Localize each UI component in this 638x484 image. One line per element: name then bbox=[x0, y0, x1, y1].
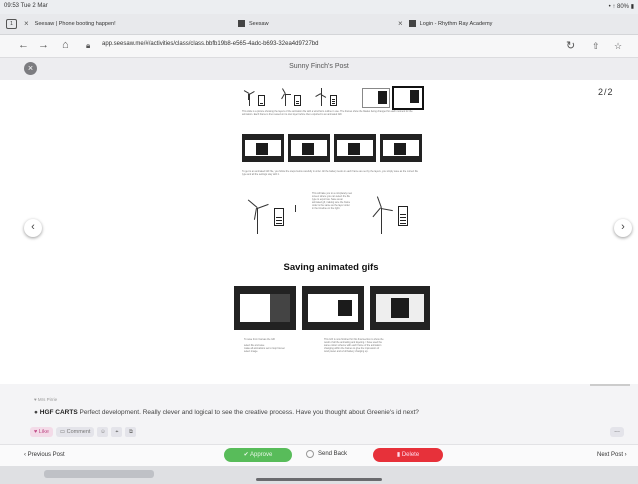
tab-3-label: Login - Rhythm Ray Academy bbox=[419, 20, 493, 27]
bookmark-icon[interactable]: ☆ bbox=[614, 41, 622, 52]
send-back-icon bbox=[306, 450, 314, 458]
send-back-label: Send Back bbox=[318, 451, 348, 457]
forward-icon[interactable]: → bbox=[38, 39, 49, 51]
gif-frame bbox=[370, 286, 430, 330]
status-indicators: • ↑ 80% ▮ bbox=[608, 4, 634, 10]
home-icon[interactable]: ⌂ bbox=[62, 39, 69, 51]
tab-2[interactable]: Seesaw bbox=[238, 16, 269, 31]
lock-icon: 🔒︎ bbox=[86, 41, 91, 50]
caption-text: To save from Canvas the GIF select file … bbox=[244, 338, 298, 353]
wind-turbine-icon bbox=[314, 88, 328, 106]
target-icon[interactable]: ⌖ bbox=[111, 427, 123, 437]
copy-icon[interactable]: ⧉ bbox=[125, 427, 137, 437]
chevron-right-icon: › bbox=[621, 221, 625, 233]
back-icon[interactable]: ← bbox=[18, 39, 29, 51]
caption-line: select image. bbox=[244, 350, 259, 353]
wind-turbine-icon bbox=[278, 88, 292, 106]
more-options-button[interactable]: ... bbox=[610, 427, 624, 437]
layer-thumbnail bbox=[362, 88, 390, 108]
battery-icon bbox=[398, 206, 408, 226]
battery-icon bbox=[330, 95, 337, 106]
close-icon[interactable]: × bbox=[24, 19, 29, 28]
approve-button[interactable]: ✔ Approve bbox=[224, 448, 292, 462]
layer-screenshot bbox=[288, 134, 330, 162]
tab-preview[interactable] bbox=[44, 470, 154, 478]
previous-post-button[interactable]: ‹ Previous Post bbox=[24, 452, 65, 458]
emoji-icon[interactable]: ☺ bbox=[97, 427, 109, 437]
comment: ● HGF CARTS Perfect development. Really … bbox=[34, 409, 419, 416]
tab-strip: 1 × Seesaw | Phone booting happen! Seesaw… bbox=[0, 14, 638, 35]
battery-icon bbox=[274, 208, 284, 226]
lightbulb-icon bbox=[288, 194, 302, 216]
reload-icon[interactable]: ↻ bbox=[566, 39, 575, 52]
status-time: 09:53 Tue 2 Mar bbox=[4, 3, 48, 9]
scroll-indicator bbox=[590, 384, 630, 386]
previous-page-button[interactable]: ‹ bbox=[24, 219, 42, 237]
layer-thumbnail bbox=[392, 86, 424, 110]
comment-text: Perfect development. Really clever and l… bbox=[79, 409, 419, 416]
post-title: Sunny Finch's Post bbox=[289, 63, 349, 70]
next-post-button[interactable]: Next Post › bbox=[597, 452, 627, 458]
post-image: This slide is a picture showing the laye… bbox=[228, 82, 434, 382]
wind-turbine-icon bbox=[368, 194, 394, 234]
url-bar: ← → ⌂ 🔒︎ app.seesaw.me/#/activities/clas… bbox=[0, 35, 638, 58]
battery-icon bbox=[294, 95, 301, 106]
seesaw-favicon-icon bbox=[238, 20, 245, 27]
layer-screenshot bbox=[242, 134, 284, 162]
close-icon[interactable]: × bbox=[398, 19, 403, 28]
layer-screenshot bbox=[334, 134, 376, 162]
tab-1[interactable]: × Seesaw | Phone booting happen! bbox=[24, 16, 116, 31]
delete-button[interactable]: ▮ Delete bbox=[373, 448, 443, 462]
share-icon[interactable]: ⇧ bbox=[592, 41, 600, 52]
gif-frame bbox=[302, 286, 364, 330]
like-button[interactable]: ♥ Like bbox=[30, 427, 53, 437]
next-page-button[interactable]: › bbox=[614, 219, 632, 237]
tab-overview-button[interactable]: 1 bbox=[6, 16, 17, 31]
comment-button[interactable]: ▭ Comment bbox=[55, 427, 95, 437]
wind-turbine-icon bbox=[242, 88, 256, 106]
body-paragraph: This will take you to a completely new s… bbox=[312, 192, 352, 210]
send-back-button[interactable]: Send Back bbox=[306, 450, 347, 458]
status-bar: 09:53 Tue 2 Mar • ↑ 80% ▮ bbox=[0, 0, 638, 14]
tab-3[interactable]: × Login - Rhythm Ray Academy bbox=[398, 16, 492, 31]
comment-avatar-icon: ● bbox=[34, 409, 38, 416]
comment-author: HGF CARTS bbox=[39, 409, 78, 416]
gif-frame bbox=[234, 286, 296, 330]
home-indicator[interactable] bbox=[256, 478, 382, 481]
tab-1-label: Seesaw | Phone booting happen! bbox=[34, 20, 116, 27]
post-actions: ♥ Like ▭ Comment ☺ ⌖ ⧉ bbox=[30, 427, 137, 437]
body-paragraph: This slide is a picture showing the laye… bbox=[242, 110, 413, 116]
layer-screenshot bbox=[380, 134, 422, 162]
tab-2-label: Seesaw bbox=[249, 20, 269, 27]
section-heading: Saving animated gifs bbox=[283, 262, 379, 273]
caption-line: To save from Canvas the GIF bbox=[244, 338, 276, 341]
address-field[interactable]: app.seesaw.me/#/activities/class/class.b… bbox=[102, 41, 318, 47]
page-counter: 2/2 bbox=[598, 87, 614, 97]
body-paragraph: This GIF is now finished for this final … bbox=[324, 338, 384, 353]
reaction-line: ♥ Mrs Pirrie bbox=[34, 397, 58, 402]
tabs-icon: 1 bbox=[6, 18, 17, 29]
battery-icon bbox=[258, 95, 265, 106]
chevron-left-icon: ‹ bbox=[31, 221, 35, 233]
favicon-icon bbox=[408, 20, 416, 27]
body-paragraph: To get to an animated GIF file, you foll… bbox=[242, 170, 418, 176]
wind-turbine-icon bbox=[244, 194, 270, 234]
